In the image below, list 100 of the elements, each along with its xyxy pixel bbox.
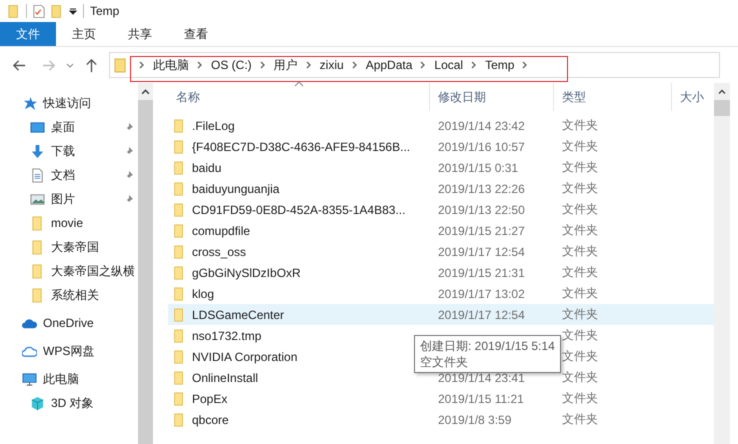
column-header[interactable]: 名称 bbox=[168, 83, 430, 111]
file-type: 文件夹 bbox=[562, 202, 598, 216]
modified-date: 2019/1/15 21:27 bbox=[438, 224, 525, 238]
folder-icon bbox=[172, 348, 186, 364]
modified-date: 2019/1/15 0:31 bbox=[438, 160, 518, 174]
breadcrumb-item[interactable]: OS (C:) bbox=[211, 58, 252, 72]
file-type: 文件夹 bbox=[562, 391, 598, 405]
file-name: LDSGameCenter bbox=[192, 308, 284, 322]
file-name: nso1732.tmp bbox=[192, 328, 262, 342]
file-name: comupdfile bbox=[192, 224, 250, 238]
breadcrumb-item[interactable]: Temp bbox=[485, 58, 514, 72]
folder-icon bbox=[172, 264, 186, 280]
chevron-icon[interactable] bbox=[197, 61, 203, 69]
folder-icon bbox=[172, 202, 186, 218]
tooltip-text: 创建日期: 2019/1/15 5:14 bbox=[420, 338, 555, 354]
chevron-icon[interactable] bbox=[471, 61, 478, 69]
chevron-icon[interactable] bbox=[306, 61, 312, 69]
sidebar-item[interactable]: 下载 bbox=[0, 139, 138, 163]
sidebar-item[interactable]: movie bbox=[0, 211, 138, 235]
modified-date: 2019/1/8 3:59 bbox=[438, 412, 512, 426]
folder-icon bbox=[172, 412, 186, 428]
cube-icon bbox=[30, 396, 45, 410]
breadcrumb-item[interactable]: zixiu bbox=[320, 58, 344, 72]
back-icon[interactable] bbox=[12, 58, 27, 72]
folder-icon bbox=[172, 286, 186, 302]
sidebar-item[interactable]: 大秦帝国 bbox=[0, 235, 138, 259]
monitor-icon bbox=[22, 372, 37, 386]
chevron-icon[interactable] bbox=[352, 61, 358, 69]
file-name: klog bbox=[192, 286, 214, 300]
file-type: 文件夹 bbox=[562, 328, 598, 342]
modified-date: 2019/1/14 23:41 bbox=[438, 370, 525, 384]
sidebar-item[interactable]: 3D 对象 bbox=[0, 391, 138, 415]
folder-icon bbox=[172, 160, 186, 176]
file-type: 文件夹 bbox=[562, 307, 598, 321]
modified-date: 2019/1/17 12:54 bbox=[438, 308, 525, 322]
file-name: OnlineInstall bbox=[192, 370, 258, 384]
scroll-thumb[interactable] bbox=[714, 100, 730, 116]
cloud-icon bbox=[22, 344, 37, 358]
tooltip-text: 空文件夹 bbox=[420, 354, 469, 370]
column-header[interactable]: 大小 bbox=[672, 83, 714, 111]
sidebar-item[interactable]: 桌面 bbox=[0, 115, 138, 139]
file-type: 文件夹 bbox=[562, 118, 598, 132]
folder-icon bbox=[172, 306, 186, 322]
sidebar-item[interactable]: 此电脑 bbox=[0, 367, 138, 391]
sidebar-item[interactable]: 快速访问 bbox=[0, 91, 138, 115]
folder-icon bbox=[172, 390, 186, 406]
chevron-icon[interactable] bbox=[522, 61, 528, 69]
chevron-icon[interactable] bbox=[260, 61, 266, 69]
file-row[interactable]: LDSGameCenter 2019/1/17 12:54 文件夹 bbox=[168, 304, 714, 325]
file-type: 文件夹 bbox=[562, 244, 598, 258]
scroll-up-icon[interactable] bbox=[138, 83, 153, 100]
folder-icon bbox=[172, 370, 186, 386]
modified-date: 2019/1/16 10:57 bbox=[438, 140, 525, 154]
breadcrumb-item[interactable]: 用户 bbox=[274, 56, 298, 74]
address-bar[interactable]: 此电脑 OS (C:) 用户 zixiu AppData Local Temp bbox=[109, 52, 720, 78]
file-name: NVIDIA Corporation bbox=[192, 350, 298, 364]
up-icon[interactable] bbox=[84, 58, 99, 72]
image-icon bbox=[30, 192, 45, 206]
file-name: gGbGiNySlDzIbOxR bbox=[192, 266, 301, 280]
file-type: 文件夹 bbox=[562, 139, 598, 153]
file-type: 文件夹 bbox=[562, 349, 598, 363]
file-name: qbcore bbox=[192, 412, 229, 426]
file-name: cross_oss bbox=[192, 244, 246, 258]
chevron-icon[interactable] bbox=[66, 61, 74, 69]
star-icon bbox=[22, 96, 37, 110]
file-type: 文件夹 bbox=[562, 412, 598, 426]
file-name: CD91FD59-0E8D-452A-8355-1A4B83... bbox=[192, 202, 406, 216]
chevron-icon[interactable] bbox=[420, 61, 426, 69]
sidebar-item[interactable]: 图片 bbox=[0, 187, 138, 211]
breadcrumb-item[interactable]: 此电脑 bbox=[153, 56, 189, 74]
column-header[interactable]: 修改日期 bbox=[430, 83, 554, 111]
scrollbar[interactable] bbox=[138, 83, 153, 444]
chevron-icon[interactable] bbox=[139, 61, 145, 69]
modified-date: 2019/1/17 13:02 bbox=[438, 286, 525, 300]
sort-caret-icon bbox=[294, 81, 304, 87]
scrollbar[interactable] bbox=[714, 83, 730, 444]
dropdown-icon[interactable] bbox=[69, 7, 77, 15]
modified-date: 2019/1/13 22:26 bbox=[438, 182, 525, 196]
properties-icon[interactable] bbox=[33, 4, 45, 18]
file-name: PopEx bbox=[192, 392, 228, 406]
sidebar-item[interactable]: OneDrive bbox=[0, 311, 138, 335]
file-name: {F408EC7D-D38C-4636-AFE9-84156B... bbox=[192, 140, 410, 154]
file-name: .FileLog bbox=[192, 118, 235, 132]
modified-date: 2019/1/15 11:21 bbox=[438, 392, 524, 406]
sidebar-item[interactable]: 文档 bbox=[0, 163, 138, 187]
file-name: baidu bbox=[192, 160, 222, 174]
breadcrumb-item[interactable]: Local bbox=[434, 58, 464, 72]
download-icon bbox=[30, 144, 45, 158]
breadcrumb-item[interactable]: AppData bbox=[366, 58, 412, 72]
ribbon-tab[interactable]: 文件 bbox=[0, 22, 56, 46]
window-title: Temp bbox=[90, 4, 120, 18]
sidebar-item[interactable]: 系统相关 bbox=[0, 283, 138, 307]
modified-date: 2019/1/17 12:54 bbox=[438, 244, 525, 258]
sidebar-item[interactable]: 大秦帝国之纵横 bbox=[0, 259, 138, 283]
file-type: 文件夹 bbox=[562, 181, 598, 195]
file-type: 文件夹 bbox=[562, 286, 598, 300]
column-header[interactable]: 类型 bbox=[554, 83, 672, 111]
sidebar-item[interactable]: WPS网盘 bbox=[0, 339, 138, 363]
desktop-icon bbox=[30, 120, 45, 134]
folder-icon bbox=[172, 118, 186, 134]
